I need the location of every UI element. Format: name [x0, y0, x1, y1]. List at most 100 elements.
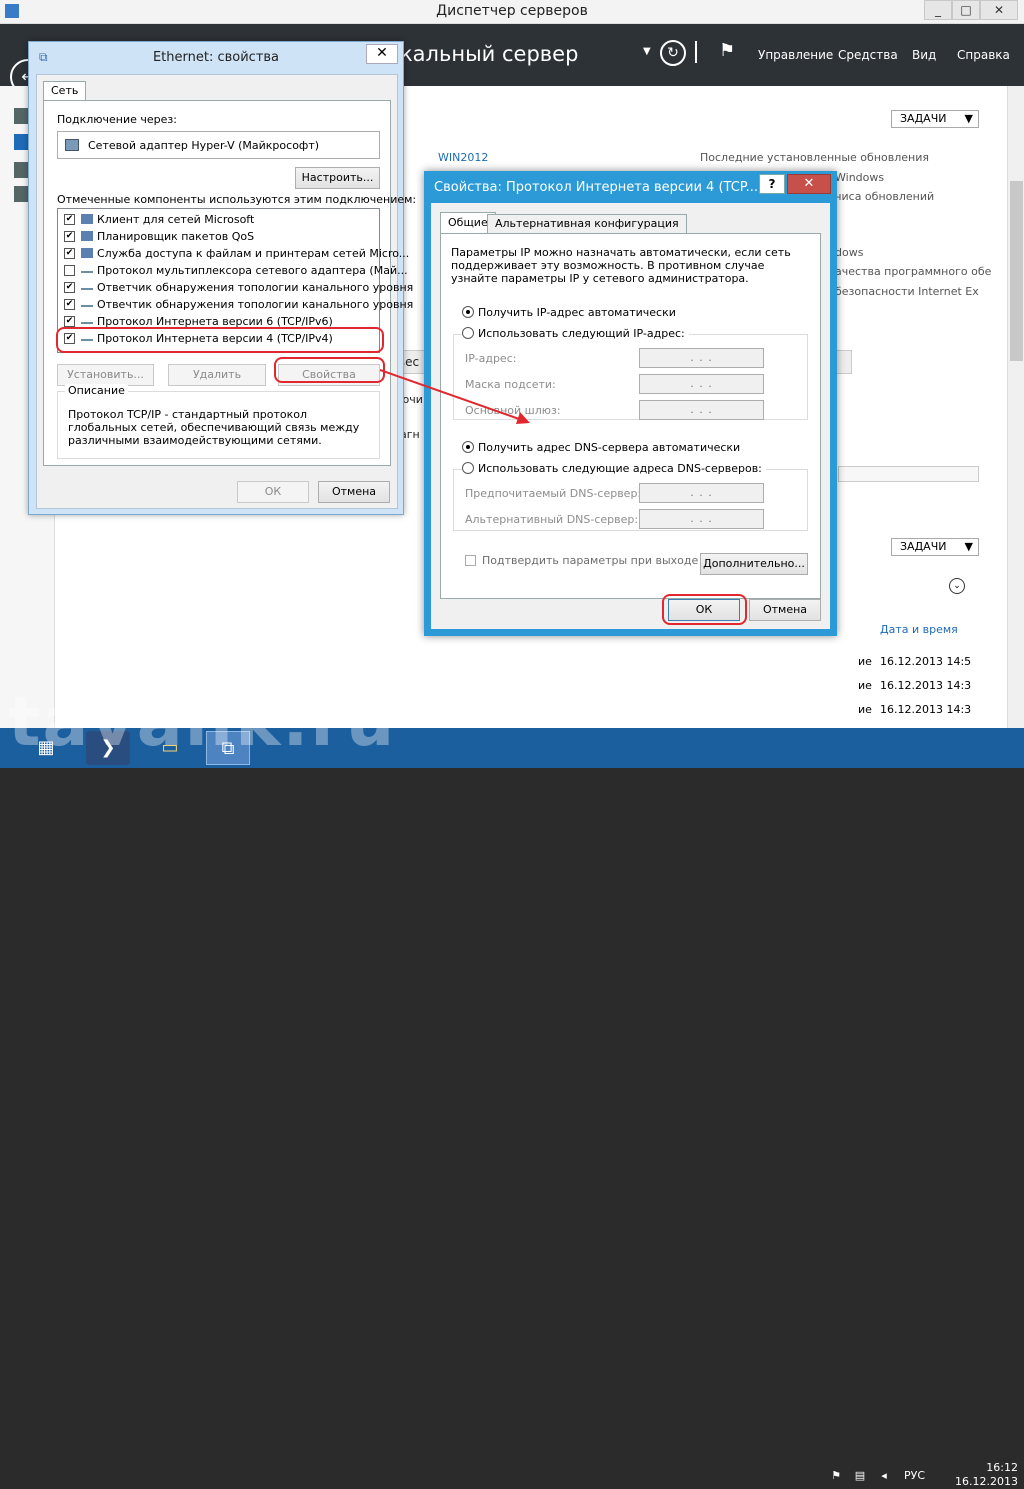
radio-label: Получить IP-адрес автоматически [478, 306, 676, 319]
network-client-icon [81, 214, 93, 224]
manual-ip-option[interactable]: Использовать следующий IP-адрес: [462, 327, 689, 340]
menu-help[interactable]: Справка [957, 48, 1010, 62]
dialog-title: Ethernet: свойства [152, 50, 280, 65]
alternate-dns-label: Альтернативный DNS-сервер: [465, 513, 639, 526]
validate-label: Подтвердить параметры при выходе [482, 554, 699, 567]
action-center-icon[interactable]: ⚑ [828, 1469, 844, 1483]
events-col-header[interactable]: Дата и время [880, 623, 958, 636]
close-button[interactable]: ✕ [366, 44, 398, 64]
expand-icon[interactable]: ⌄ [949, 578, 965, 594]
list-item-label: Отвечтик обнаружения топологии канальног… [97, 298, 414, 311]
ipv4-properties-dialog: Свойства: Протокол Интернета версии 4 (T… [424, 171, 837, 636]
remove-button[interactable]: Удалить [168, 364, 266, 386]
checkbox[interactable] [465, 554, 476, 566]
radio-label: Получить адрес DNS-сервера автоматически [478, 441, 741, 454]
dialog-title-bar: Свойства: Протокол Интернета версии 4 (T… [424, 171, 837, 203]
checkbox[interactable]: ✔ [64, 315, 75, 327]
list-item[interactable]: ✔ Служба доступа к файлам и принтерам сет… [64, 245, 409, 262]
checkbox[interactable] [64, 264, 75, 276]
protocol-icon [81, 301, 93, 307]
bg-text: Windows [835, 171, 885, 184]
list-item-label: Клиент для сетей Microsoft [97, 213, 255, 226]
server-name-link[interactable]: WIN2012 [438, 151, 488, 164]
close-button[interactable]: ✕ [787, 174, 831, 194]
event-row-short: ие [858, 655, 872, 668]
description-text: Протокол TCP/IP - стандартный протокол г… [68, 408, 360, 447]
radio-button[interactable] [462, 441, 474, 453]
event-row-date: 16.12.2013 14:3 [880, 679, 972, 692]
language-indicator[interactable]: РУС [904, 1469, 925, 1482]
vertical-scrollbar[interactable] [1007, 86, 1024, 728]
list-item[interactable]: ✔ Отвечтик обнаружения топологии канально… [64, 296, 413, 313]
tasks-label: ЗАДАЧИ [900, 112, 947, 125]
horizontal-scrollbar[interactable] [838, 466, 979, 482]
cancel-button[interactable]: Отмена [318, 481, 390, 503]
validate-option[interactable]: Подтвердить параметры при выходе [465, 554, 698, 567]
tab-network[interactable]: Сеть [43, 81, 87, 101]
ok-button[interactable]: ОК [237, 481, 309, 503]
components-label: Отмеченные компоненты используются этим … [57, 193, 417, 206]
tasks-dropdown[interactable]: ЗАДАЧИ ▼ [891, 538, 979, 556]
ip-address-input[interactable]: . . . [639, 348, 764, 368]
list-item[interactable]: ✔ Ответчик обнаружения топологии канально… [64, 279, 413, 296]
list-item-label: Ответчик обнаружения топологии канальног… [97, 281, 414, 294]
tab-alternate-config[interactable]: Альтернативная конфигурация [487, 214, 687, 234]
checkbox[interactable]: ✔ [64, 298, 75, 310]
gateway-input[interactable]: . . . [639, 400, 764, 420]
scroll-thumb[interactable] [1010, 181, 1023, 361]
description-group: Описание Протокол TCP/IP - стандартный п… [57, 384, 380, 459]
radio-button[interactable] [462, 462, 474, 474]
clock-time: 16:12 [986, 1461, 1018, 1474]
network-client-icon [81, 248, 93, 258]
tasks-label: ЗАДАЧИ [900, 540, 947, 553]
list-item[interactable]: ✔ Планировщик пакетов QoS [64, 228, 374, 245]
menu-tools[interactable]: Средства [838, 48, 898, 62]
adapter-field: Сетевой адаптер Hyper-V (Майкрософт) [57, 131, 380, 159]
minimize-button[interactable]: _ [924, 0, 952, 20]
menu-manage[interactable]: Управление [758, 48, 833, 62]
dialog-body: Сеть Подключение через: Сетевой адаптер … [36, 74, 416, 509]
list-item[interactable]: ✔ Клиент для сетей Microsoft [64, 211, 374, 228]
list-item[interactable]: Протокол мультиплексора сетевого адаптер… [64, 262, 408, 279]
divider [695, 41, 697, 63]
install-button[interactable]: Установить... [57, 364, 154, 386]
manual-dns-option[interactable]: Использовать следующие адреса DNS-сервер… [462, 462, 766, 475]
dialog-title: Свойства: Протокол Интернета версии 4 (T… [434, 180, 759, 195]
menu-view[interactable]: Вид [912, 48, 936, 62]
bg-text: чиса обновлений [835, 190, 935, 203]
ethernet-properties-dialog: ⧉ Ethernet: свойства ✕ Сеть Подключение … [28, 41, 416, 515]
close-button[interactable]: ✕ [980, 0, 1018, 20]
volume-icon[interactable]: ◂ [876, 1469, 892, 1483]
event-row-short: ие [858, 703, 872, 716]
alternate-dns-input[interactable]: . . . [639, 509, 764, 529]
configure-button[interactable]: Настроить... [295, 167, 380, 189]
intro-text: Параметры IP можно назначать автоматичес… [451, 246, 791, 285]
radio-label: Использовать следующий IP-адрес: [478, 327, 685, 340]
dropdown-arrow-icon[interactable]: ▼ [643, 46, 651, 57]
protocol-icon [81, 284, 93, 290]
refresh-icon[interactable]: ↻ [660, 40, 686, 66]
list-item-label: Протокол мультиплексора сетевого адаптер… [97, 264, 408, 277]
tasks-dropdown[interactable]: ЗАДАЧИ ▼ [891, 110, 979, 128]
auto-dns-option[interactable]: Получить адрес DNS-сервера автоматически [462, 441, 740, 454]
checkbox[interactable]: ✔ [64, 230, 75, 242]
bg-text: безопасности Internet Ex [835, 285, 979, 298]
help-button[interactable]: ? [759, 174, 785, 194]
network-tray-icon[interactable]: ▤ [852, 1469, 868, 1483]
flag-icon[interactable]: ⚑ [719, 40, 735, 61]
preferred-dns-input[interactable]: . . . [639, 483, 764, 503]
clock[interactable]: 16:12 16.12.2013 [948, 1461, 1018, 1489]
subnet-mask-input[interactable]: . . . [639, 374, 764, 394]
description-label: Описание [65, 384, 128, 397]
checkbox[interactable]: ✔ [64, 281, 75, 293]
checkbox[interactable]: ✔ [64, 247, 75, 259]
list-item-label: Служба доступа к файлам и принтерам сете… [97, 247, 410, 260]
cancel-button[interactable]: Отмена [749, 599, 821, 621]
checkbox[interactable]: ✔ [64, 213, 75, 225]
radio-button[interactable] [462, 327, 474, 339]
maximize-button[interactable]: □ [952, 0, 980, 20]
radio-button[interactable] [462, 306, 474, 318]
advanced-button[interactable]: Дополнительно... [700, 553, 808, 575]
auto-ip-option[interactable]: Получить IP-адрес автоматически [462, 306, 676, 319]
gateway-label: Основной шлюз: [465, 404, 561, 417]
